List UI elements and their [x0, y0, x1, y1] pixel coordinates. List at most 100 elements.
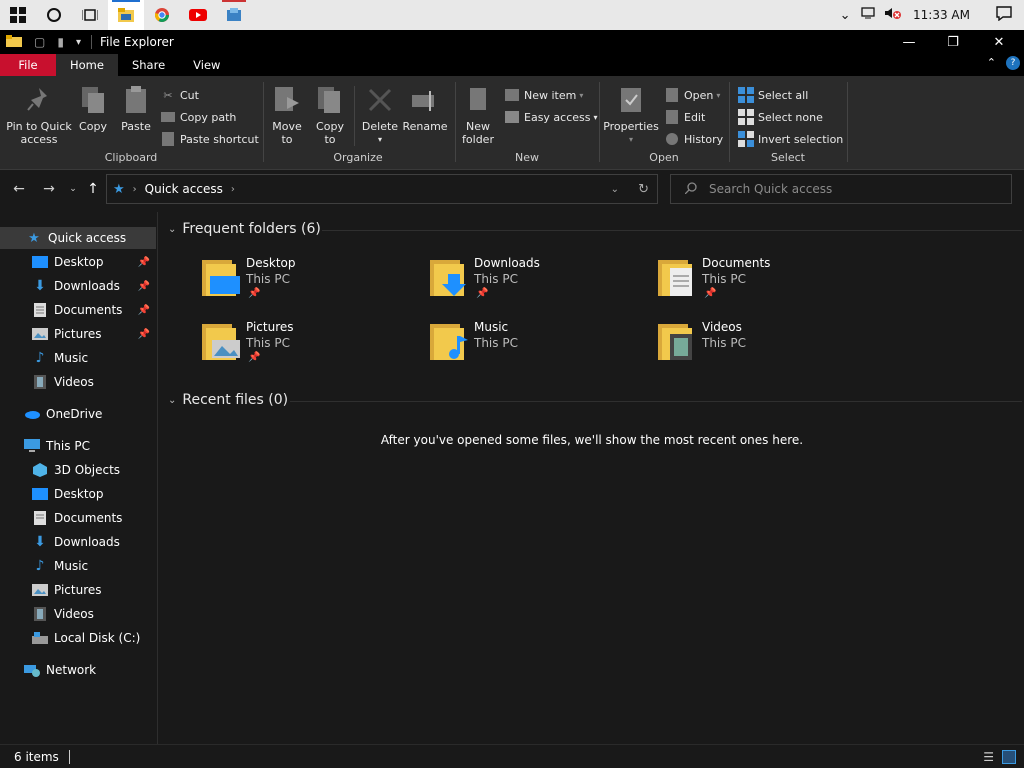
- tab-view[interactable]: View: [179, 54, 234, 76]
- nav-qa-desktop[interactable]: Desktop 📌: [0, 251, 156, 273]
- pin-icon[interactable]: 📌: [138, 281, 150, 292]
- large-icons-view-icon[interactable]: [1002, 750, 1016, 764]
- copy-button[interactable]: Copy: [76, 84, 110, 133]
- close-button[interactable]: ✕: [976, 30, 1022, 54]
- nav-pc-desktop[interactable]: Desktop: [0, 483, 156, 505]
- recent-files-header[interactable]: ⌄ Recent files (0): [168, 392, 288, 408]
- task-view-button[interactable]: [72, 0, 108, 30]
- pin-quick-access-button[interactable]: Pin to Quick access: [6, 84, 72, 146]
- properties-button[interactable]: Properties ▾: [602, 84, 660, 146]
- minimize-button[interactable]: —: [886, 30, 932, 54]
- rename-button[interactable]: Rename: [402, 84, 448, 133]
- nav-quick-access[interactable]: ★ Quick access: [0, 227, 156, 249]
- nav-pc-music[interactable]: ♪ Music: [0, 555, 156, 577]
- address-bar[interactable]: ★ › Quick access › ⌄ ↻: [106, 174, 658, 204]
- new-item-button[interactable]: New item ▾: [504, 86, 583, 104]
- customize-toolbar-icon[interactable]: ▾: [70, 37, 87, 48]
- volume-muted-icon[interactable]: [881, 6, 905, 24]
- nav-qa-pictures[interactable]: Pictures 📌: [0, 323, 156, 345]
- desktop-icon: [32, 255, 48, 269]
- folder-tile-videos[interactable]: Videos This PC: [656, 320, 876, 376]
- back-arrow-icon[interactable]: ←: [8, 178, 30, 200]
- nav-qa-videos[interactable]: Videos: [0, 371, 156, 393]
- chevron-up-icon[interactable]: ⌄: [833, 8, 857, 23]
- music-note-icon: ♪: [35, 350, 45, 366]
- nav-this-pc[interactable]: This PC: [0, 435, 156, 457]
- nav-pc-pictures[interactable]: Pictures: [0, 579, 156, 601]
- delete-button[interactable]: Delete ▾: [360, 84, 400, 146]
- tab-share[interactable]: Share: [118, 54, 179, 76]
- ribbon-separator: [354, 86, 355, 146]
- copy-path-button[interactable]: Copy path: [160, 108, 236, 126]
- nav-qa-music[interactable]: ♪ Music: [0, 347, 156, 369]
- network-icon[interactable]: [857, 6, 881, 24]
- open-button[interactable]: Open ▾: [664, 86, 720, 104]
- breadcrumb-quick-access[interactable]: Quick access: [145, 182, 223, 196]
- cube-icon: [32, 463, 48, 477]
- select-all-button[interactable]: Select all: [738, 86, 808, 104]
- folder-tile-documents[interactable]: Documents This PC 📌: [656, 256, 876, 312]
- collapse-ribbon-icon[interactable]: ⌃: [987, 56, 996, 70]
- edit-button[interactable]: Edit: [664, 108, 705, 126]
- nav-pc-videos[interactable]: Videos: [0, 603, 156, 625]
- search-input[interactable]: Search Quick access: [670, 174, 1012, 204]
- help-icon[interactable]: ?: [1006, 56, 1020, 70]
- pin-icon[interactable]: 📌: [138, 329, 150, 340]
- taskbar-file-explorer[interactable]: [108, 0, 144, 30]
- nav-label: Documents: [54, 511, 123, 525]
- folder-tile-pictures[interactable]: Pictures This PC 📌: [200, 320, 420, 376]
- copy-to-button[interactable]: Copy to: [310, 84, 350, 146]
- start-button[interactable]: [0, 0, 36, 30]
- edit-label: Edit: [684, 110, 706, 124]
- cut-button[interactable]: ✂ Cut: [160, 86, 199, 104]
- nav-pc-3d-objects[interactable]: 3D Objects: [0, 459, 156, 481]
- nav-qa-downloads[interactable]: ⬇ Downloads 📌: [0, 275, 156, 297]
- paste-button[interactable]: Paste: [116, 84, 156, 133]
- up-arrow-icon[interactable]: ↑: [82, 178, 104, 200]
- taskbar-youtube[interactable]: [180, 0, 216, 30]
- taskbar-app[interactable]: [216, 0, 252, 30]
- breadcrumb-chevron-icon[interactable]: ›: [231, 184, 235, 195]
- folder-tile-downloads[interactable]: Downloads This PC 📌: [428, 256, 648, 312]
- easy-access-label: Easy access: [524, 110, 591, 124]
- tab-file[interactable]: File: [0, 54, 56, 76]
- nav-pc-local-disk[interactable]: Local Disk (C:): [0, 627, 156, 649]
- recent-locations-icon[interactable]: ⌄: [62, 178, 84, 200]
- section-divider: [322, 230, 1022, 231]
- taskbar-clock[interactable]: 11:33 AM: [905, 8, 984, 22]
- nav-onedrive[interactable]: OneDrive: [0, 403, 156, 425]
- paste-shortcut-button[interactable]: Paste shortcut: [160, 130, 259, 148]
- properties-quick-icon[interactable]: ▢: [28, 35, 51, 49]
- forward-arrow-icon[interactable]: →: [38, 178, 60, 200]
- nav-label: Downloads: [54, 279, 120, 293]
- details-view-icon[interactable]: ☰: [983, 750, 994, 764]
- nav-qa-documents[interactable]: Documents 📌: [0, 299, 156, 321]
- refresh-icon[interactable]: ↻: [638, 182, 649, 197]
- folder-tile-desktop[interactable]: Desktop This PC 📌: [200, 256, 420, 312]
- nav-pc-documents[interactable]: Documents: [0, 507, 156, 529]
- select-none-button[interactable]: Select none: [738, 108, 823, 126]
- new-folder-quick-icon[interactable]: ▮: [51, 35, 70, 49]
- clipboard-group: Pin to Quick access Copy Paste ✂ Cut Cop…: [0, 80, 262, 168]
- status-bar: 6 items ☰: [0, 744, 1024, 768]
- history-button[interactable]: History: [664, 130, 723, 148]
- restore-button[interactable]: ❐: [930, 30, 976, 54]
- new-folder-button[interactable]: New folder: [460, 84, 496, 146]
- section-title: Recent files (0): [182, 392, 289, 408]
- tab-home[interactable]: Home: [56, 54, 118, 76]
- frequent-folders-header[interactable]: ⌄ Frequent folders (6): [168, 221, 321, 237]
- pin-icon[interactable]: 📌: [138, 305, 150, 316]
- history-label: History: [684, 132, 724, 146]
- nav-label: 3D Objects: [54, 463, 121, 477]
- pin-icon[interactable]: 📌: [138, 257, 150, 268]
- taskbar-chrome[interactable]: [144, 0, 180, 30]
- address-dropdown-icon[interactable]: ⌄: [611, 184, 619, 195]
- nav-network[interactable]: Network: [0, 659, 156, 681]
- move-to-button[interactable]: Move to: [268, 84, 306, 146]
- notification-icon[interactable]: [984, 5, 1024, 25]
- folder-tile-music[interactable]: Music This PC: [428, 320, 648, 376]
- invert-selection-button[interactable]: Invert selection: [738, 130, 843, 148]
- nav-pc-downloads[interactable]: ⬇ Downloads: [0, 531, 156, 553]
- search-button[interactable]: [36, 0, 72, 30]
- easy-access-button[interactable]: Easy access ▾: [504, 108, 598, 126]
